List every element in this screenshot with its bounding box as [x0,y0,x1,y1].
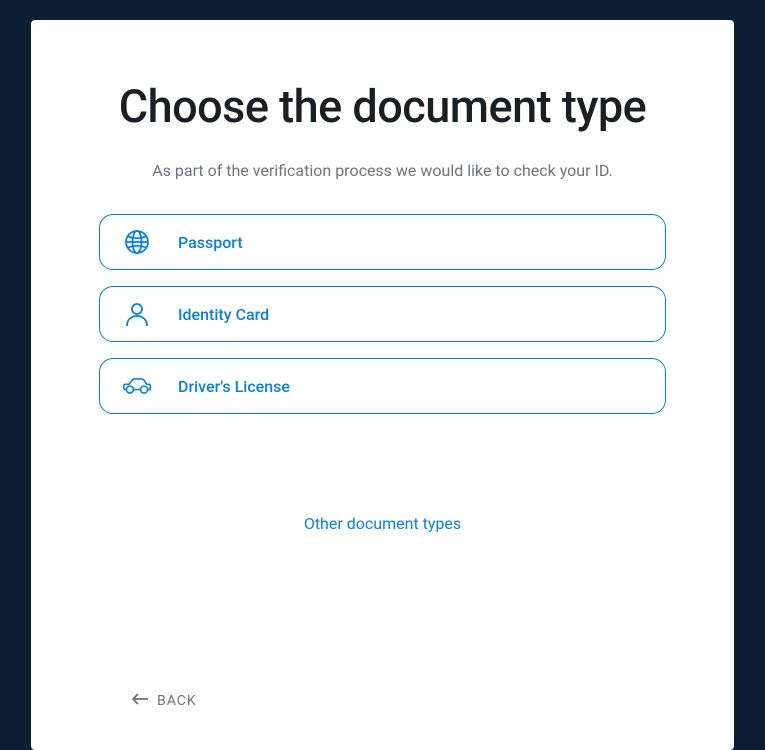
page-subtitle: As part of the verification process we w… [99,161,666,180]
other-document-types-link[interactable]: Other document types [99,514,666,533]
option-identity-card[interactable]: Identity Card [99,286,666,342]
page-title: Choose the document type [99,80,666,133]
back-button[interactable]: BACK [131,692,197,710]
option-label: Driver's License [178,377,290,396]
person-icon [122,299,152,329]
document-options: Passport Identity Card Dr [99,214,666,414]
option-passport[interactable]: Passport [99,214,666,270]
back-label: BACK [157,693,197,709]
globe-icon [122,227,152,257]
option-drivers-license[interactable]: Driver's License [99,358,666,414]
option-label: Passport [178,233,243,252]
car-icon [122,371,152,401]
arrow-left-icon [131,692,149,710]
document-type-card: Choose the document type As part of the … [31,20,734,750]
option-label: Identity Card [178,305,269,324]
